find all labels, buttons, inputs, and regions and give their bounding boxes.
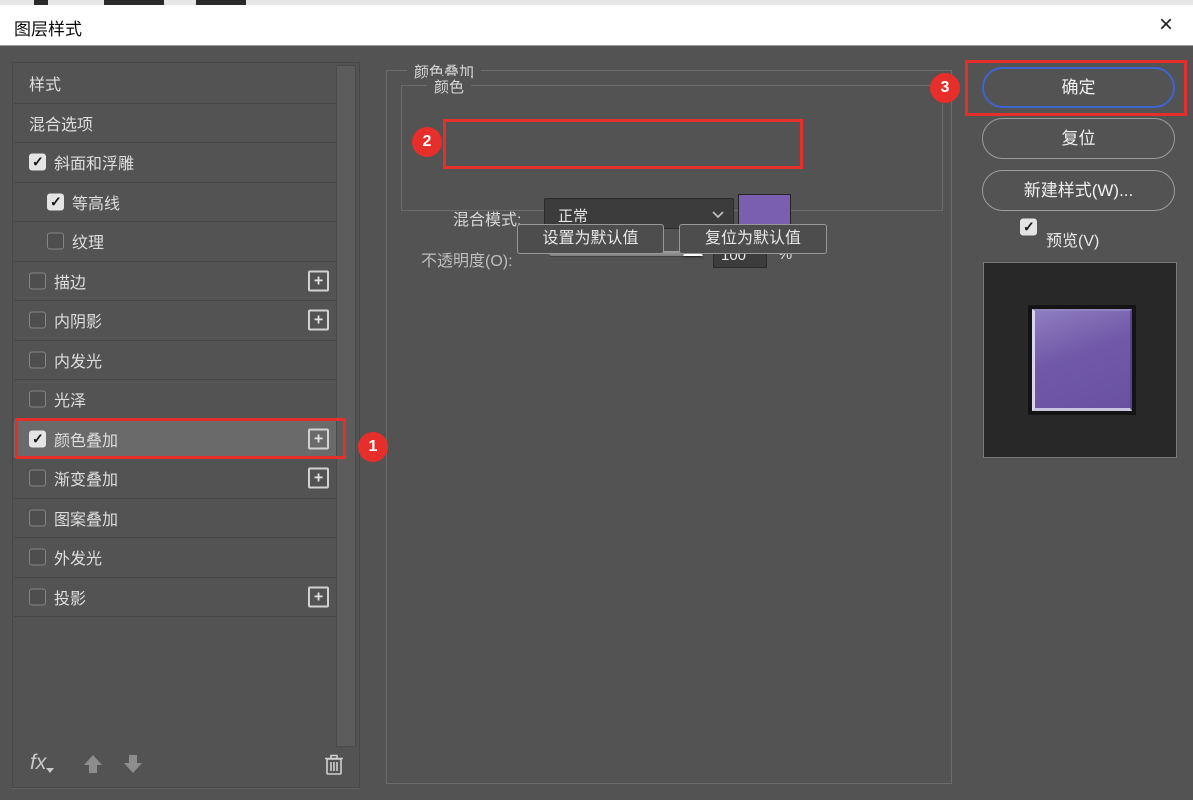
move-down-button[interactable]: [122, 753, 144, 780]
preview-swatch: [1032, 309, 1132, 411]
list-item[interactable]: 光泽: [14, 380, 336, 420]
color-overlay-group: 颜色叠加 颜色 混合模式: 正常 不透明度(O): % 设置为默认值 复位为默认…: [386, 70, 952, 784]
list-item[interactable]: 样式: [14, 64, 336, 104]
add-effect-button[interactable]: +: [308, 310, 329, 331]
item-checkbox[interactable]: [29, 549, 46, 566]
item-label: 内发光: [54, 348, 102, 372]
item-checkbox[interactable]: [29, 588, 46, 605]
make-default-button[interactable]: 设置为默认值: [517, 224, 664, 254]
step-badge-2: 2: [412, 127, 442, 157]
list-item[interactable]: 内发光: [14, 341, 336, 381]
annotation-box-2: [443, 119, 803, 169]
add-effect-button[interactable]: +: [308, 270, 329, 291]
list-item[interactable]: 投影 +: [14, 578, 336, 618]
item-checkbox[interactable]: [47, 193, 64, 210]
item-checkbox[interactable]: [29, 312, 46, 329]
item-label: 图案叠加: [54, 506, 118, 530]
fx-icon: fx: [30, 751, 46, 774]
window-title: 图层样式: [14, 15, 82, 40]
opacity-label: 不透明度(O):: [421, 247, 513, 271]
preview-checkbox[interactable]: [1020, 219, 1037, 236]
new-style-button[interactable]: 新建样式(W)...: [982, 170, 1175, 211]
reset-default-button[interactable]: 复位为默认值: [679, 224, 827, 254]
list-item[interactable]: 斜面和浮雕: [14, 143, 336, 183]
add-effect-button[interactable]: +: [308, 586, 329, 607]
item-checkbox[interactable]: [29, 470, 46, 487]
item-label: 等高线: [72, 190, 120, 214]
item-label: 渐变叠加: [54, 466, 118, 490]
step-badge-3: 3: [930, 73, 960, 103]
close-button[interactable]: ×: [1151, 11, 1181, 41]
annotation-box-3: [965, 60, 1187, 116]
close-icon: ×: [1159, 11, 1173, 38]
item-checkbox[interactable]: [29, 154, 46, 171]
preview-swatch-frame: [1028, 305, 1136, 415]
item-label: 内阴影: [54, 308, 102, 332]
list-item[interactable]: 等高线: [14, 183, 336, 223]
arrow-down-icon: [122, 753, 144, 775]
item-checkbox[interactable]: [29, 351, 46, 368]
list-item[interactable]: 图案叠加: [14, 499, 336, 539]
fx-menu-button[interactable]: fx: [30, 751, 46, 775]
item-label: 投影: [54, 585, 86, 609]
trash-icon: [324, 753, 344, 776]
item-checkbox[interactable]: [29, 391, 46, 408]
preview-thumbnail: [983, 262, 1177, 458]
list-item[interactable]: 混合选项: [14, 104, 336, 144]
item-label: 外发光: [54, 545, 102, 569]
add-effect-button[interactable]: +: [308, 468, 329, 489]
blend-mode-label: 混合模式:: [453, 206, 521, 230]
list-item[interactable]: 纹理: [14, 222, 336, 262]
item-checkbox[interactable]: [29, 509, 46, 526]
item-label: 混合选项: [29, 111, 93, 135]
list-item[interactable]: 内阴影 +: [14, 301, 336, 341]
reset-button[interactable]: 复位: [982, 118, 1175, 159]
list-item[interactable]: 描边 +: [14, 262, 336, 302]
effects-toolbar: fx: [14, 744, 358, 786]
preview-label: 预览(V): [1046, 227, 1099, 251]
window-titlebar: 图层样式 ×: [0, 5, 1193, 46]
item-label: 样式: [29, 71, 61, 95]
item-label: 光泽: [54, 387, 86, 411]
item-label: 斜面和浮雕: [54, 150, 134, 174]
annotation-box-1: [15, 418, 346, 459]
step-badge-1: 1: [358, 432, 388, 462]
chevron-down-icon: [711, 210, 725, 219]
list-item[interactable]: 外发光: [14, 538, 336, 578]
delete-effect-button[interactable]: [324, 753, 344, 781]
list-scrollbar[interactable]: [336, 65, 356, 747]
item-label: 描边: [54, 269, 86, 293]
move-up-button[interactable]: [82, 753, 104, 780]
item-checkbox[interactable]: [47, 233, 64, 250]
list-item[interactable]: 渐变叠加 +: [14, 459, 336, 499]
item-label: 纹理: [72, 229, 104, 253]
arrow-up-icon: [82, 753, 104, 775]
item-checkbox[interactable]: [29, 272, 46, 289]
subgroup-legend: 颜色: [427, 76, 471, 97]
blend-mode-value: 正常: [558, 205, 588, 226]
style-list: 样式混合选项斜面和浮雕等高线纹理描边+内阴影+内发光光泽颜色叠加+渐变叠加+图案…: [14, 64, 336, 617]
